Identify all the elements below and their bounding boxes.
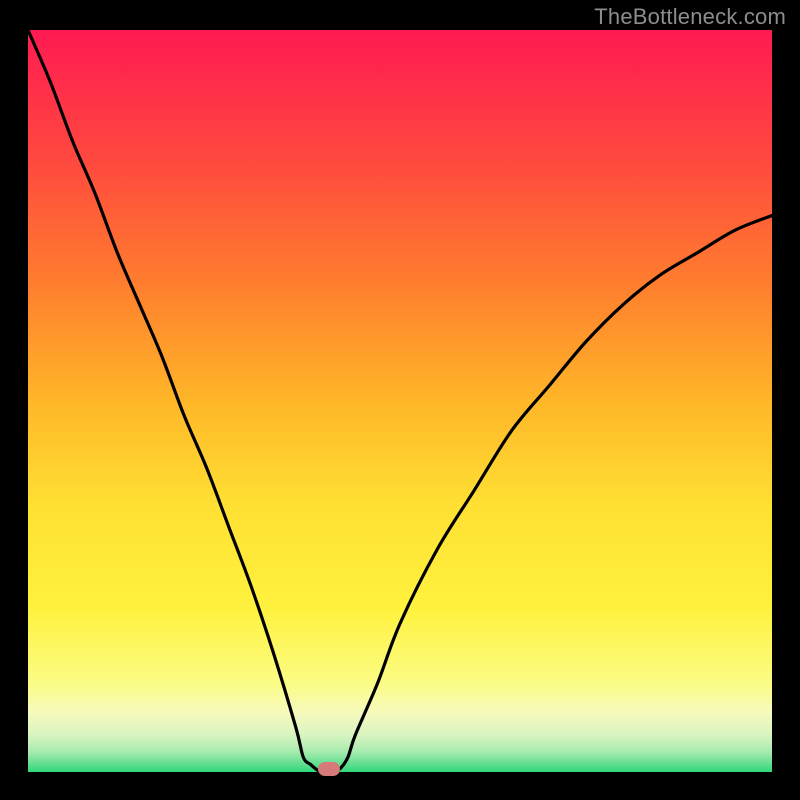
- plot-area: [28, 30, 772, 772]
- chart-frame: TheBottleneck.com: [0, 0, 800, 800]
- watermark-text: TheBottleneck.com: [594, 4, 786, 30]
- gradient-background: [28, 30, 772, 772]
- minimum-marker: [318, 762, 340, 776]
- plot-svg: [28, 30, 772, 772]
